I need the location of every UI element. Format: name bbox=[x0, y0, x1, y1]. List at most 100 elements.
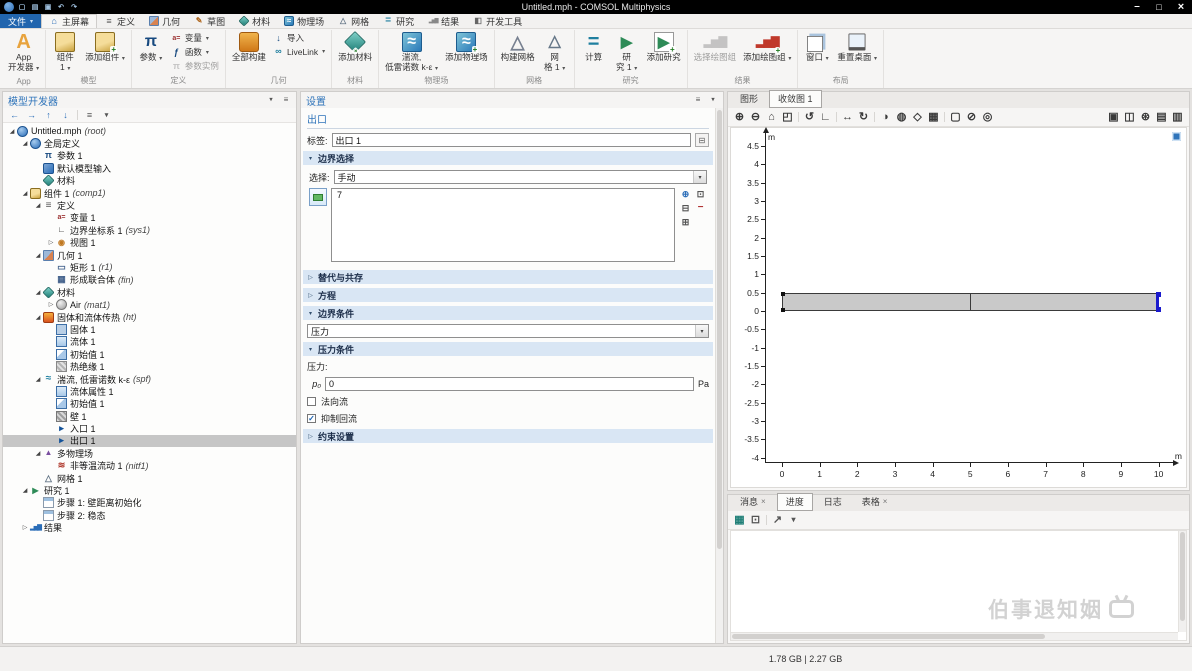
select-box-button[interactable]: ▢ bbox=[948, 110, 963, 124]
geometry-rectangle[interactable] bbox=[780, 291, 1161, 312]
suppress-backflow-checkbox[interactable]: ✓ bbox=[307, 414, 316, 423]
transparency-button[interactable]: ◍ bbox=[894, 110, 909, 124]
build-all-button[interactable]: 全部构建 bbox=[229, 30, 269, 63]
tree-item[interactable]: ≋ 非等温流动 1 (nitf1) bbox=[3, 460, 296, 472]
expander-open-icon[interactable]: ◢ bbox=[33, 450, 43, 457]
tree-item[interactable]: ◢ ▲ 多物理场 bbox=[3, 447, 296, 459]
app-builder-button[interactable]: A App 开发器 ▾ bbox=[5, 30, 42, 73]
select-plot-group-button[interactable]: ▂▅▇ 选择绘图组 bbox=[691, 30, 740, 63]
zoom-out-button[interactable]: ⊖ bbox=[748, 110, 763, 124]
tree-item[interactable]: ◢ 固体和流体传热 (ht) bbox=[3, 311, 296, 323]
scrollbar-thumb[interactable] bbox=[717, 110, 722, 549]
zoom-selection-button[interactable]: ⊞ bbox=[679, 216, 692, 228]
tab-mesh[interactable]: △ 网格 bbox=[331, 14, 376, 28]
image-export-button[interactable]: ◫ bbox=[1122, 110, 1137, 124]
section-header-equation[interactable]: ▷ 方程 bbox=[303, 288, 713, 302]
compute-button[interactable]: = 计算 bbox=[578, 30, 610, 63]
parameter-case-button[interactable]: π 参数实例 bbox=[168, 60, 222, 72]
plot-area[interactable]: 0 1 2 3 4 5 6 7 8 9 10 4.5 4 3.5 3 2.5 2 1.5 1 0.5 0 -0.5 -1 -1… bbox=[730, 127, 1187, 488]
expander-open-icon[interactable]: ◢ bbox=[7, 128, 17, 135]
expander-open-icon[interactable]: ◢ bbox=[20, 487, 30, 494]
section-header-boundary-condition[interactable]: ▾ 边界条件 bbox=[303, 306, 713, 320]
deselect-button[interactable]: ⊘ bbox=[964, 110, 979, 124]
tree-item[interactable]: ◢ ≡ 定义 bbox=[3, 199, 296, 211]
tree-item[interactable]: ◢ 全局定义 bbox=[3, 137, 296, 149]
active-selection-toggle[interactable] bbox=[309, 188, 327, 206]
expander-open-icon[interactable]: ◢ bbox=[33, 376, 43, 383]
tree-item[interactable]: ▸ 入口 1 bbox=[3, 422, 296, 435]
tab-materials[interactable]: 材料 bbox=[232, 14, 277, 28]
tree-item[interactable]: ◢ ▶ 研究 1 bbox=[3, 484, 296, 496]
tree-item[interactable]: ◢ 几何 1 bbox=[3, 249, 296, 261]
tree-item[interactable]: ▭ 矩形 1 (r1) bbox=[3, 261, 296, 273]
new-selection-button[interactable]: ⊕ bbox=[679, 188, 692, 200]
tree-item[interactable]: 默认模型输入 bbox=[3, 162, 296, 174]
dropdown-button[interactable]: ▾ bbox=[786, 513, 801, 527]
tab-results[interactable]: ▂▅▇ 结果 bbox=[421, 14, 466, 28]
selected-boundary-item[interactable]: 7 bbox=[332, 189, 674, 201]
reset-desktop-button[interactable]: 重置桌面 ▾ bbox=[834, 30, 880, 63]
grid-button[interactable]: ▦ bbox=[732, 513, 747, 527]
section-header-override[interactable]: ▷ 替代与共存 bbox=[303, 270, 713, 284]
forward-button[interactable]: → bbox=[24, 108, 39, 122]
tree-item[interactable]: △ 网格 1 bbox=[3, 472, 296, 484]
expander-closed-icon[interactable]: ▷ bbox=[20, 524, 30, 531]
messages-vscrollbar[interactable] bbox=[1178, 531, 1186, 632]
normal-flow-checkbox[interactable] bbox=[307, 397, 316, 406]
study-1-button[interactable]: ▶ 研究 1 ▾ bbox=[611, 30, 643, 73]
tree-item[interactable]: ▷ ◉ 视图 1 bbox=[3, 237, 296, 249]
section-header-boundary-selection[interactable]: ▾ 边界选择 bbox=[303, 151, 713, 165]
copy-button[interactable]: ⊡ bbox=[748, 513, 763, 527]
tree-item[interactable]: 固体 1 bbox=[3, 323, 296, 335]
zoom-selected-button[interactable]: ◎ bbox=[980, 110, 995, 124]
section-header-constraint[interactable]: ▷ 约束设置 bbox=[303, 429, 713, 443]
file-menu-button[interactable]: 文件 ▾ bbox=[0, 14, 42, 28]
tree-item[interactable]: ▷ ▂▅▇ 结果 bbox=[3, 522, 296, 534]
tab-geometry[interactable]: 几何 bbox=[142, 14, 187, 28]
rotate-button[interactable]: ↻ bbox=[856, 110, 871, 124]
back-button[interactable]: ← bbox=[7, 108, 22, 122]
component-1-button[interactable]: 组件 1 ▾ bbox=[49, 30, 81, 73]
mesh-1-button[interactable]: △ 网格 1 ▾ bbox=[539, 30, 571, 73]
windows-button[interactable]: 窗口 ▾ bbox=[801, 30, 833, 63]
tree-item[interactable]: π 参数 1 bbox=[3, 150, 296, 162]
zoom-box-button[interactable]: ◰ bbox=[780, 110, 795, 124]
section-header-pressure-conditions[interactable]: ▾ 压力条件 bbox=[303, 342, 713, 356]
settings-scrollbar[interactable] bbox=[715, 108, 723, 643]
interior-boundary-line[interactable] bbox=[970, 293, 972, 310]
tab-home[interactable]: ⌂ 主屏幕 bbox=[41, 14, 98, 28]
minimize-button[interactable]: – bbox=[1126, 0, 1148, 14]
functions-button[interactable]: ƒ 函数 ▾ bbox=[168, 46, 222, 58]
zoom-in-button[interactable]: ⊕ bbox=[732, 110, 747, 124]
import-button[interactable]: ↓ 导入 bbox=[270, 32, 328, 44]
suppress-backflow-checkbox-row[interactable]: ✓ 抑制回流 bbox=[307, 412, 709, 425]
scrollbar-thumb[interactable] bbox=[732, 634, 1045, 639]
move-down-button[interactable]: ↓ bbox=[58, 108, 73, 122]
tab-messages[interactable]: 消息 × bbox=[731, 493, 775, 511]
messages-hscrollbar[interactable] bbox=[731, 632, 1178, 640]
tab-definitions[interactable]: ≡ 定义 bbox=[97, 14, 142, 28]
close-icon[interactable]: × bbox=[761, 497, 766, 506]
expander-open-icon[interactable]: ◢ bbox=[33, 289, 43, 296]
tree-item[interactable]: 初始值 1 bbox=[3, 398, 296, 410]
tree-item[interactable]: ∟ 边界坐标系 1 (sys1) bbox=[3, 224, 296, 236]
add-study-button[interactable]: ▶ + 添加研究 bbox=[644, 30, 684, 63]
wireframe-button[interactable]: ◇ bbox=[910, 110, 925, 124]
tree-item[interactable]: a= 变量 1 bbox=[3, 212, 296, 224]
physics-interface-button[interactable]: ≈ 湍流, 低雷诺数 k-ε ▾ bbox=[382, 30, 441, 73]
p0-input[interactable] bbox=[325, 377, 694, 391]
remove-selection-button[interactable]: − bbox=[694, 202, 707, 214]
variables-button[interactable]: a= 变量 ▾ bbox=[168, 32, 222, 44]
expander-closed-icon[interactable]: ▷ bbox=[46, 239, 56, 246]
label-options-icon[interactable]: ⊟ bbox=[695, 133, 709, 147]
tree-item[interactable]: 初始值 1 bbox=[3, 348, 296, 360]
screenshot-button[interactable]: ▣ bbox=[1106, 110, 1121, 124]
selection-mode-dropdown[interactable]: 手动 ▾ bbox=[333, 170, 707, 184]
tree-item[interactable]: 步骤 2: 稳态 bbox=[3, 509, 296, 521]
pan-button[interactable]: ↔ bbox=[840, 110, 855, 124]
build-mesh-button[interactable]: △ 构建网格 bbox=[498, 30, 538, 63]
move-up-button[interactable]: ↑ bbox=[41, 108, 56, 122]
tab-physics[interactable]: ≈ 物理场 bbox=[277, 14, 331, 28]
add-physics-button[interactable]: ≈ + 添加物理场 bbox=[442, 30, 491, 63]
tab-sketch[interactable]: ✎ 草图 bbox=[187, 14, 232, 28]
